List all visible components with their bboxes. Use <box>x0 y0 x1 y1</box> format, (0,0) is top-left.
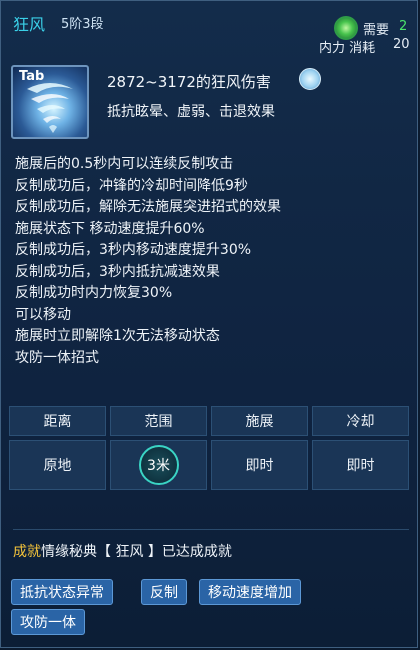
skill-level: 5阶3段 <box>61 17 104 32</box>
effect-item: 反制成功后，3秒内移动速度提升30% <box>15 242 252 258</box>
skill-name: 狂风 <box>13 15 46 34</box>
effect-item: 反制成功后，3秒内抵抗减速效果 <box>15 263 220 280</box>
effect-item: 反制成功后，冲锋的冷却时间降低9秒 <box>15 177 248 194</box>
wind-element-icon <box>299 68 321 90</box>
inner-force-cost-value: 20 <box>393 37 410 52</box>
stat-header-distance: 距离 <box>9 406 106 436</box>
effect-item: 施展状态下 移动速度提升60% <box>15 220 205 237</box>
achievement-line: 成就情缘秘典【 狂风 】已达成成就 <box>13 541 232 561</box>
stat-header-cast: 施展 <box>211 406 308 436</box>
stats-grid: 距离 范围 施展 冷却 原地 3米 即时 即时 <box>9 406 409 491</box>
stat-value-range-cell: 3米 <box>110 440 207 490</box>
hotkey-label: Tab <box>19 69 45 84</box>
tag-offense-defense[interactable]: 攻防一体 <box>11 609 85 635</box>
stat-value-range: 3米 <box>138 445 179 485</box>
effect-item: 反制成功后，解除无法施展突进招式的效果 <box>15 199 281 215</box>
need-label: 需要 <box>363 23 390 38</box>
tag-counter[interactable]: 反制 <box>141 579 187 605</box>
tag-resist-status[interactable]: 抵抗状态异常 <box>11 579 113 605</box>
achievement-tag: 成就 <box>13 544 41 560</box>
effect-item: 反制成功时内力恢复30% <box>15 285 173 301</box>
achievement-text: 情缘秘典【 狂风 】已达成成就 <box>41 544 232 560</box>
stat-header-range: 范围 <box>110 406 207 436</box>
need-value: 2 <box>399 19 408 34</box>
effect-list: 施展后的0.5秒内可以连续反制攻击 反制成功后，冲锋的冷却时间降低9秒 反制成功… <box>15 154 281 369</box>
effect-item: 施展后的0.5秒内可以连续反制攻击 <box>15 156 234 172</box>
effect-item: 攻防一体招式 <box>15 349 99 366</box>
stat-value-cooldown: 即时 <box>312 440 409 490</box>
tag-move-speed[interactable]: 移动速度增加 <box>199 579 301 605</box>
divider <box>13 529 409 530</box>
damage-text: 2872~3172的狂风伤害 <box>107 73 271 91</box>
effect-item: 施展时立即解除1次无法移动状态 <box>15 328 220 344</box>
stat-header-cooldown: 冷却 <box>312 406 409 436</box>
whirlwind-icon[interactable]: Tab <box>11 65 89 139</box>
inner-force-cost-label: 内力 消耗 <box>319 41 376 56</box>
resist-text: 抵抗眩晕、虚弱、击退效果 <box>107 104 275 120</box>
stat-value-distance: 原地 <box>9 440 106 490</box>
stat-value-cast: 即时 <box>211 440 308 490</box>
skill-tooltip: 狂风 5阶3段 需要 2 内力 消耗 20 Tab 2872~3172的狂风伤害… <box>0 0 418 648</box>
effect-item: 可以移动 <box>15 306 71 323</box>
